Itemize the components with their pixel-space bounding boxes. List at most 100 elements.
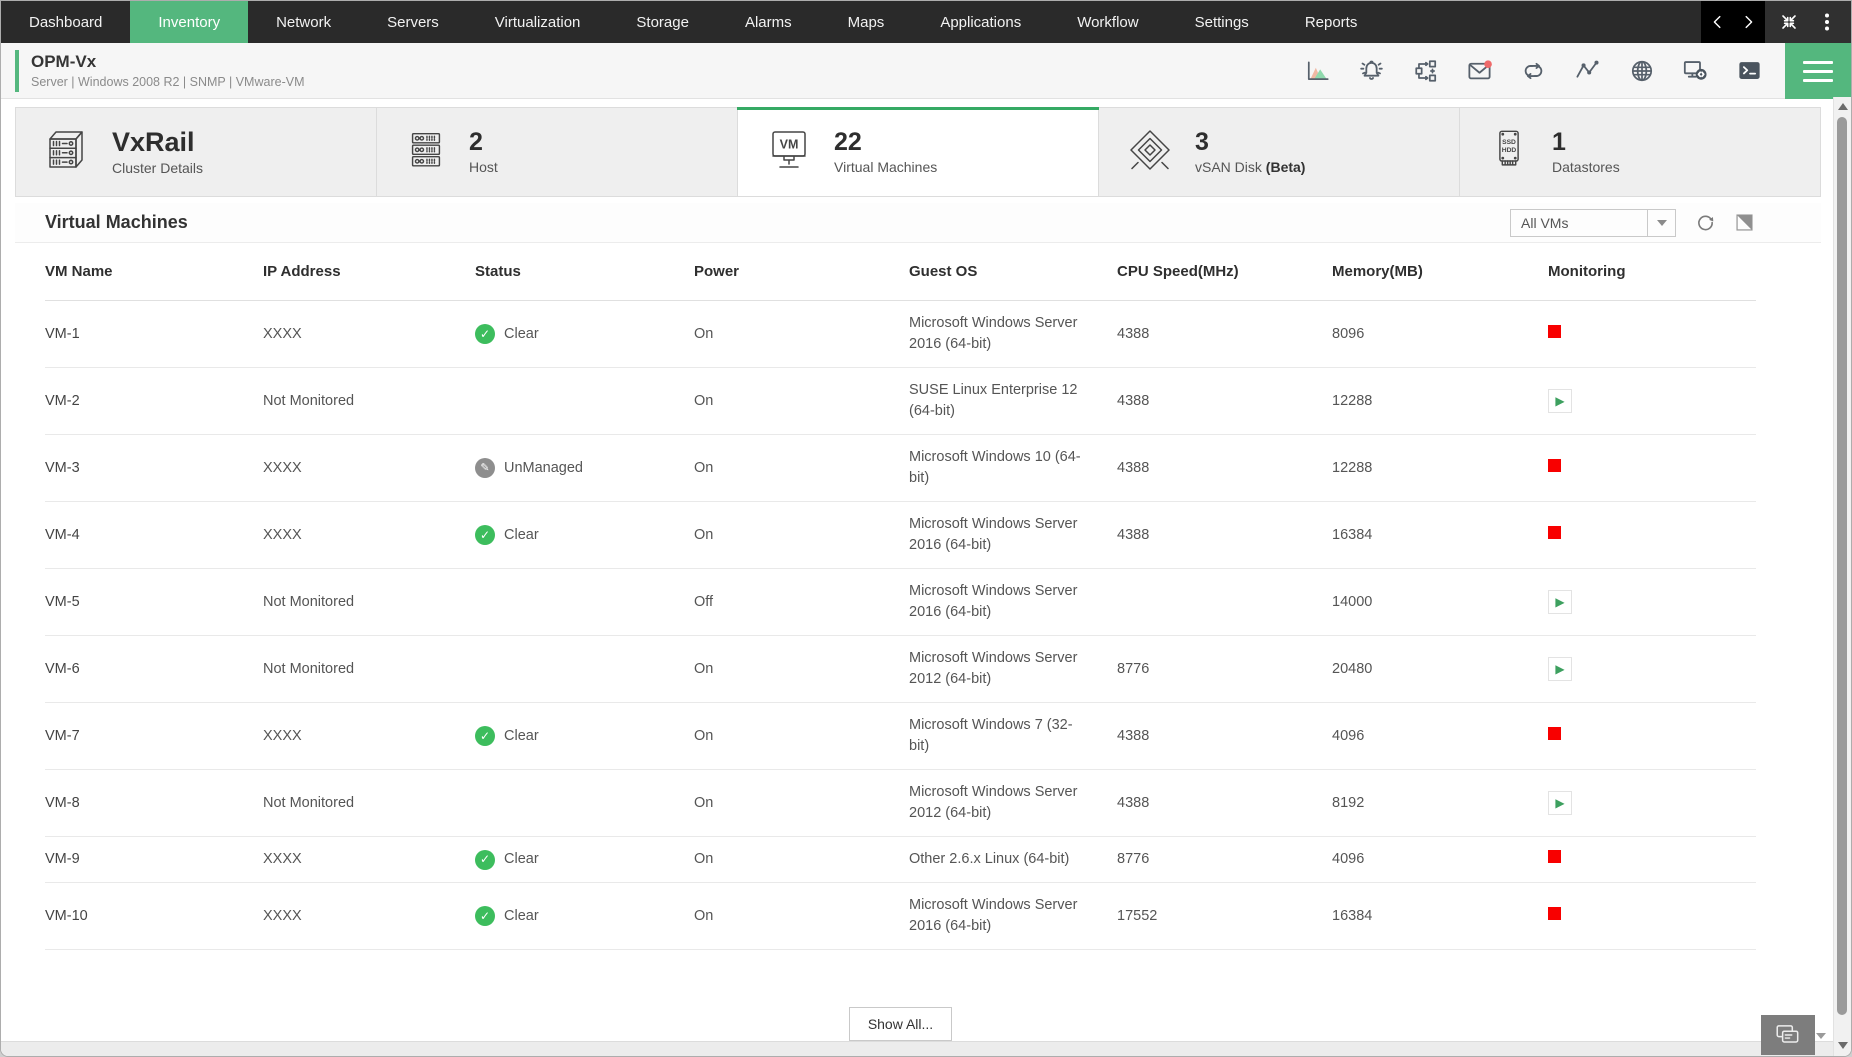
guest-os-cell: Microsoft Windows Server 2016 (64-bit) xyxy=(909,581,1117,623)
table-row[interactable]: VM-4XXXX✓ClearOnMicrosoft Windows Server… xyxy=(45,502,1756,569)
vm-name-cell: VM-5 xyxy=(45,592,263,613)
vm-filter-dropdown[interactable]: All VMs xyxy=(1510,209,1676,237)
vm-name-cell: VM-7 xyxy=(45,726,263,747)
alarm-bell-icon[interactable] xyxy=(1358,57,1385,84)
nav-item-settings[interactable]: Settings xyxy=(1167,1,1277,43)
monitoring-stop-icon[interactable] xyxy=(1548,907,1561,920)
nav-item-storage[interactable]: Storage xyxy=(608,1,717,43)
tab-label: Datastores xyxy=(1552,159,1620,175)
globe-icon[interactable] xyxy=(1628,57,1655,84)
menu-hamburger-icon[interactable] xyxy=(1785,43,1851,99)
vm-name-cell: VM-6 xyxy=(45,659,263,680)
monitoring-stop-icon[interactable] xyxy=(1548,325,1561,338)
vm-table-body: VM-1XXXX✓ClearOnMicrosoft Windows Server… xyxy=(45,301,1756,950)
table-row[interactable]: VM-3XXXX✎UnManagedOnMicrosoft Windows 10… xyxy=(45,435,1756,502)
ip-address-cell: XXXX xyxy=(263,906,475,927)
mark-icon[interactable] xyxy=(1735,213,1754,232)
nav-item-network[interactable]: Network xyxy=(248,1,359,43)
monitoring-start-icon[interactable]: ▶ xyxy=(1548,791,1572,815)
feedback-chat-button[interactable] xyxy=(1761,1015,1815,1055)
col-ip-address[interactable]: IP Address xyxy=(263,263,475,280)
memory-cell: 12288 xyxy=(1332,458,1548,479)
nav-item-inventory[interactable]: Inventory xyxy=(130,1,248,43)
table-row[interactable]: VM-6Not MonitoredOnMicrosoft Windows Ser… xyxy=(45,636,1756,703)
scroll-up-icon[interactable] xyxy=(1838,103,1848,110)
more-options-icon[interactable] xyxy=(1814,9,1840,35)
monitoring-cell xyxy=(1548,458,1756,479)
table-row[interactable]: VM-5Not MonitoredOffMicrosoft Windows Se… xyxy=(45,569,1756,636)
monitoring-stop-icon[interactable] xyxy=(1548,526,1561,539)
status-clear-icon: ✓ xyxy=(475,906,495,926)
guest-os-cell: Microsoft Windows Server 2016 (64-bit) xyxy=(909,313,1117,355)
nav-item-virtualization[interactable]: Virtualization xyxy=(467,1,609,43)
tab-virtual-machines[interactable]: VM 22 Virtual Machines xyxy=(738,108,1099,196)
monitoring-stop-icon[interactable] xyxy=(1548,850,1561,863)
nav-item-dashboard[interactable]: Dashboard xyxy=(1,1,130,43)
col-power[interactable]: Power xyxy=(694,263,909,280)
ip-address-cell: XXXX xyxy=(263,525,475,546)
table-row[interactable]: VM-9XXXX✓ClearOnOther 2.6.x Linux (64-bi… xyxy=(45,837,1756,883)
nav-back-icon[interactable] xyxy=(1705,9,1731,35)
collapse-icon[interactable] xyxy=(1776,9,1802,35)
nav-item-workflow[interactable]: Workflow xyxy=(1049,1,1166,43)
ip-address-cell: XXXX xyxy=(263,726,475,747)
guest-os-text: Other 2.6.x Linux (64-bit) xyxy=(909,849,1087,870)
nav-item-maps[interactable]: Maps xyxy=(820,1,913,43)
status-cell xyxy=(475,391,694,412)
col-guest-os[interactable]: Guest OS xyxy=(909,263,1117,280)
scroll-down-icon[interactable] xyxy=(1838,1042,1848,1049)
tab-host[interactable]: 2 Host xyxy=(377,108,738,196)
status-unmanaged-icon: ✎ xyxy=(475,458,495,478)
ip-address-cell: XXXX xyxy=(263,849,475,870)
monitoring-stop-icon[interactable] xyxy=(1548,459,1561,472)
status-label: Clear xyxy=(504,324,539,345)
nav-item-alarms[interactable]: Alarms xyxy=(717,1,820,43)
table-row[interactable]: VM-1XXXX✓ClearOnMicrosoft Windows Server… xyxy=(45,301,1756,368)
guest-os-cell: Microsoft Windows Server 2016 (64-bit) xyxy=(909,895,1117,937)
nav-tools xyxy=(1765,1,1851,43)
col-memory[interactable]: Memory(MB) xyxy=(1332,263,1548,280)
monitoring-start-icon[interactable]: ▶ xyxy=(1548,657,1572,681)
nav-item-reports[interactable]: Reports xyxy=(1277,1,1386,43)
col-monitoring[interactable]: Monitoring xyxy=(1548,263,1756,280)
tab-vsan-disk[interactable]: 3 vSAN Disk (Beta) xyxy=(1099,108,1460,196)
tab-datastores[interactable]: SSD HDD 1 Datastores xyxy=(1460,108,1820,196)
memory-cell: 4096 xyxy=(1332,726,1548,747)
col-vm-name[interactable]: VM Name xyxy=(45,263,263,280)
col-status[interactable]: Status xyxy=(475,263,694,280)
scrollbar-thumb[interactable] xyxy=(1837,117,1847,1015)
terminal-icon[interactable] xyxy=(1736,57,1763,84)
suppress-loop-icon[interactable] xyxy=(1520,57,1547,84)
guest-os-cell: Microsoft Windows Server 2016 (64-bit) xyxy=(909,514,1117,556)
device-title: OPM-Vx xyxy=(31,52,304,72)
refresh-icon[interactable] xyxy=(1696,213,1715,232)
remote-session-icon[interactable] xyxy=(1682,57,1709,84)
nav-item-servers[interactable]: Servers xyxy=(359,1,467,43)
table-row[interactable]: VM-8Not MonitoredOnMicrosoft Windows Ser… xyxy=(45,770,1756,837)
dependency-map-icon[interactable] xyxy=(1412,57,1439,84)
nav-item-applications[interactable]: Applications xyxy=(912,1,1049,43)
status-label: Clear xyxy=(504,906,539,927)
page-scrollbar[interactable] xyxy=(1833,97,1851,1056)
inner-scroll-down-icon[interactable] xyxy=(1816,1033,1826,1039)
col-cpu-speed[interactable]: CPU Speed(MHz) xyxy=(1117,263,1332,280)
table-row[interactable]: VM-10XXXX✓ClearOnMicrosoft Windows Serve… xyxy=(45,883,1756,950)
monitoring-start-icon[interactable]: ▶ xyxy=(1548,389,1572,413)
tab-cluster-details[interactable]: VxRail Cluster Details xyxy=(16,108,377,196)
status-label: Clear xyxy=(504,726,539,747)
guest-os-text: Microsoft Windows 10 (64-bit) xyxy=(909,447,1087,489)
table-row[interactable]: VM-2Not MonitoredOnSUSE Linux Enterprise… xyxy=(45,368,1756,435)
guest-os-text: Microsoft Windows Server 2016 (64-bit) xyxy=(909,581,1087,623)
chevron-down-icon[interactable] xyxy=(1647,210,1675,236)
table-row[interactable]: VM-7XXXX✓ClearOnMicrosoft Windows 7 (32-… xyxy=(45,703,1756,770)
performance-chart-icon[interactable] xyxy=(1304,57,1331,84)
nav-forward-icon[interactable] xyxy=(1735,9,1761,35)
monitoring-stop-icon[interactable] xyxy=(1548,727,1561,740)
show-all-button[interactable]: Show All... xyxy=(849,1007,952,1041)
vm-name-cell: VM-4 xyxy=(45,525,263,546)
mail-unread-icon[interactable] xyxy=(1466,57,1493,84)
panel-title: Virtual Machines xyxy=(45,212,188,233)
power-cell: On xyxy=(694,525,909,546)
monitoring-start-icon[interactable]: ▶ xyxy=(1548,590,1572,614)
trend-graph-icon[interactable] xyxy=(1574,57,1601,84)
